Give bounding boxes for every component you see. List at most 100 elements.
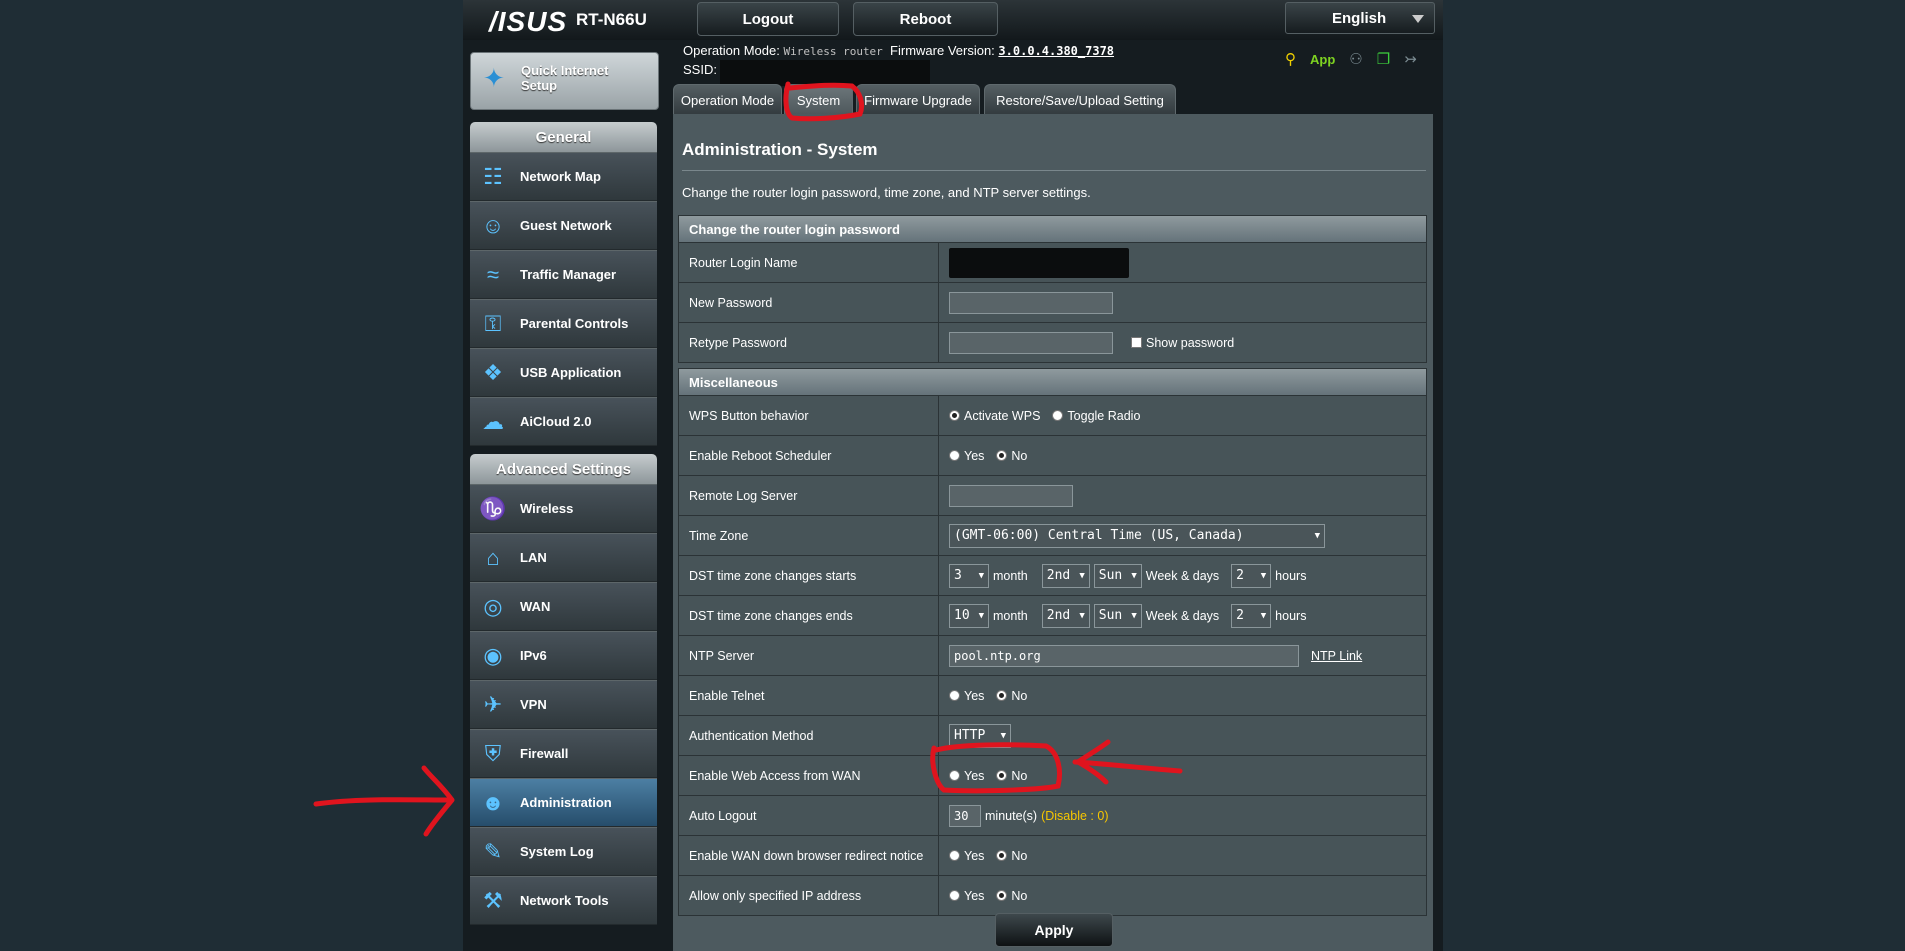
wps-label: WPS Button behavior	[679, 396, 939, 435]
sidebar-item-label: Firewall	[520, 746, 569, 761]
sidebar-item-label: Administration	[520, 795, 612, 810]
dst-start-month-select[interactable]: 3 ▼	[949, 563, 989, 588]
chevron-down-icon: ▼	[1079, 570, 1085, 581]
time-zone-select[interactable]: (GMT-06:00) Central Time (US, Canada) ▼	[949, 523, 1325, 548]
apply-button[interactable]: Apply	[995, 913, 1113, 947]
dst-start-week-select[interactable]: 2nd ▼	[1041, 563, 1090, 588]
advanced-section-title: Advanced Settings	[470, 454, 657, 484]
sidebar-item-network-tools[interactable]: ⚒ Network Tools	[470, 876, 657, 925]
sidebar-item-firewall[interactable]: ⛨ Firewall	[470, 729, 657, 778]
wifi-icon: ♑	[479, 495, 507, 521]
dst-end-hour-select[interactable]: 2 ▼	[1231, 603, 1272, 628]
reboot-button[interactable]: Reboot	[853, 2, 998, 36]
tab-system[interactable]: System	[784, 84, 853, 115]
ip-only-no-radio[interactable]	[996, 890, 1008, 901]
tab-firmware-upgrade[interactable]: Firmware Upgrade	[856, 84, 980, 115]
sidebar-item-traffic-manager[interactable]: ≈ Traffic Manager	[470, 250, 657, 299]
dst-start-row: DST time zone changes starts 3 ▼ month 2n…	[679, 555, 1426, 595]
web-access-wan-yes-radio[interactable]	[949, 770, 960, 781]
wan-redirect-no-radio[interactable]	[996, 850, 1008, 861]
ip-only-row: Allow only specified IP address Yes No	[679, 875, 1426, 915]
remote-log-input[interactable]	[949, 484, 1073, 507]
wps-toggle-radio[interactable]	[1052, 410, 1064, 421]
wan-redirect-yes-radio[interactable]	[949, 850, 960, 861]
sidebar-item-lan[interactable]: ⌂ LAN	[470, 533, 657, 582]
new-password-input[interactable]	[949, 291, 1113, 314]
reboot-scheduler-yes-radio[interactable]	[949, 450, 960, 461]
sidebar-item-aicloud-2-0[interactable]: ☁ AiCloud 2.0	[470, 397, 657, 446]
chevron-down-icon: ▼	[978, 610, 984, 621]
login-name-label: Router Login Name	[679, 243, 939, 282]
sidebar-item-network-map[interactable]: ☷ Network Map	[470, 152, 657, 201]
network-map-icon: ☷	[483, 163, 503, 189]
retype-password-row: Retype Password Show password	[679, 322, 1426, 362]
tab-operation-mode[interactable]: Operation Mode	[673, 84, 782, 115]
ip-only-label: Allow only specified IP address	[679, 876, 939, 915]
sidebar-item-parental-controls[interactable]: ⚿ Parental Controls	[470, 299, 657, 348]
wps-toggle-label: Toggle Radio	[1067, 408, 1141, 423]
miscellaneous-group: Miscellaneous WPS Button behavior Activa…	[678, 368, 1427, 916]
login-group-title: Change the router login password	[679, 216, 1426, 242]
dst-end-day-value: Sun	[1098, 608, 1123, 623]
tab-restore-save-upload[interactable]: Restore/Save/Upload Setting	[984, 84, 1176, 115]
network-status-icon[interactable]: ❐	[1377, 50, 1390, 68]
sidebar-item-label: LAN	[520, 550, 547, 565]
auth-method-select[interactable]: HTTP ▼	[949, 723, 1011, 748]
firmware-version-link[interactable]: 3.0.0.4.380_7378	[998, 44, 1114, 58]
sidebar-item-label: Network Tools	[520, 893, 609, 908]
auto-logout-input[interactable]: 30	[949, 804, 981, 827]
op-mode-value[interactable]: Wireless router	[783, 45, 882, 58]
title-divider	[682, 170, 1426, 171]
administration-arrow	[313, 765, 455, 837]
sidebar-item-label: AiCloud 2.0	[520, 414, 592, 429]
dst-end-week-select[interactable]: 2nd ▼	[1041, 603, 1090, 628]
ntp-row: NTP Server pool.ntp.org NTP Link	[679, 635, 1426, 675]
telnet-yes-radio[interactable]	[949, 690, 960, 701]
logout-button[interactable]: Logout	[697, 2, 839, 36]
dst-start-hour-select[interactable]: 2 ▼	[1231, 563, 1272, 588]
sidebar-item-ipv6[interactable]: ◉ IPv6	[470, 631, 657, 680]
sidebar-item-guest-network[interactable]: ☺ Guest Network	[470, 201, 657, 250]
sidebar-item-wireless[interactable]: ♑ Wireless	[470, 484, 657, 533]
dst-end-day-select[interactable]: Sun ▼	[1093, 603, 1142, 628]
sidebar-item-administration[interactable]: ☻ Administration	[470, 778, 657, 827]
web-access-wan-no-radio[interactable]	[996, 770, 1008, 781]
ntp-label: NTP Server	[679, 636, 939, 675]
app-link[interactable]: App	[1310, 52, 1335, 67]
sidebar-item-label: Traffic Manager	[520, 267, 617, 282]
notification-bulb-icon[interactable]: ⚲	[1285, 50, 1296, 68]
dst-start-day-select[interactable]: Sun ▼	[1093, 563, 1142, 588]
sidebar-item-vpn[interactable]: ✈ VPN	[470, 680, 657, 729]
wps-activate-radio[interactable]	[949, 410, 960, 421]
chevron-down-icon: ▼	[978, 570, 984, 581]
chevron-down-icon: ▼	[1079, 610, 1085, 621]
sidebar-item-usb-application[interactable]: ❖ USB Application	[470, 348, 657, 397]
sidebar-item-system-log[interactable]: ✎ System Log	[470, 827, 657, 876]
sidebar-item-label: VPN	[520, 697, 547, 712]
retype-password-input[interactable]	[949, 331, 1113, 354]
wps-row: WPS Button behavior Activate WPS Toggle …	[679, 395, 1426, 435]
ntp-link[interactable]: NTP Link	[1311, 649, 1362, 663]
show-password-checkbox[interactable]	[1131, 337, 1142, 348]
ip-only-yes-radio[interactable]	[949, 890, 960, 901]
dst-start-week-value: 2nd	[1046, 568, 1071, 583]
language-select[interactable]: English	[1285, 2, 1435, 34]
user-icon: ☻	[481, 789, 505, 815]
retype-password-label: Retype Password	[679, 323, 939, 362]
usb-icon[interactable]: ↣	[1404, 50, 1417, 68]
lock-icon: ⚿	[484, 310, 502, 336]
reboot-scheduler-no-radio[interactable]	[996, 450, 1008, 461]
chevron-down-icon: ▼	[1314, 530, 1320, 541]
auth-method-value: HTTP	[954, 728, 986, 743]
telnet-no-radio[interactable]	[996, 690, 1008, 701]
yes-label: Yes	[964, 768, 985, 783]
ntp-server-input[interactable]: pool.ntp.org	[949, 644, 1299, 667]
month-text: month	[993, 608, 1028, 623]
quick-internet-setup-button[interactable]: ✦ Quick Internet Setup	[470, 52, 659, 110]
dst-end-month-select[interactable]: 10 ▼	[949, 603, 989, 628]
auth-method-label: Authentication Method	[679, 716, 939, 755]
wan-redirect-row: Enable WAN down browser redirect notice …	[679, 835, 1426, 875]
clients-icon[interactable]: ⚇	[1349, 50, 1362, 68]
sidebar-item-wan[interactable]: ◎ WAN	[470, 582, 657, 631]
sidebar-item-label: WAN	[520, 599, 551, 614]
